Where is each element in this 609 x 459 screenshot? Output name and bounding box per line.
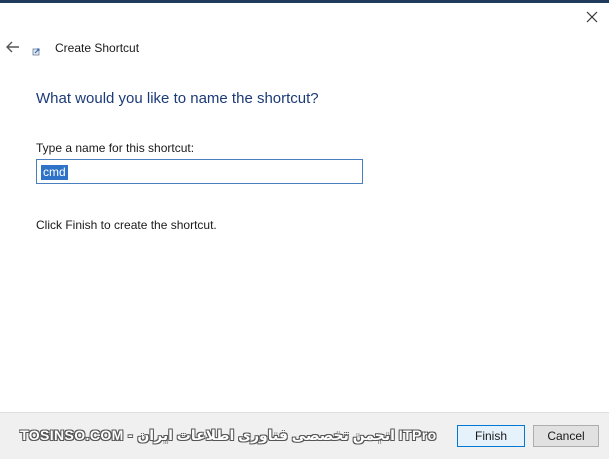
create-shortcut-dialog: Create Shortcut What would you like to n… [0, 0, 609, 459]
shortcut-name-value: cmd [41, 165, 68, 180]
back-button[interactable] [3, 37, 23, 57]
close-icon [586, 11, 598, 23]
close-button[interactable] [581, 6, 603, 28]
back-arrow-icon [6, 41, 19, 53]
finish-instruction-text: Click Finish to create the shortcut. [36, 218, 217, 232]
window-title: Create Shortcut [55, 41, 140, 55]
shortcut-wizard-icon [32, 48, 40, 56]
finish-button[interactable]: Finish [457, 425, 525, 447]
page-heading: What would you like to name the shortcut… [36, 90, 319, 107]
window-top-border [0, 0, 609, 3]
cancel-button[interactable]: Cancel [533, 425, 599, 447]
shortcut-name-input[interactable]: cmd [36, 159, 363, 184]
shortcut-name-label: Type a name for this shortcut: [36, 141, 195, 155]
